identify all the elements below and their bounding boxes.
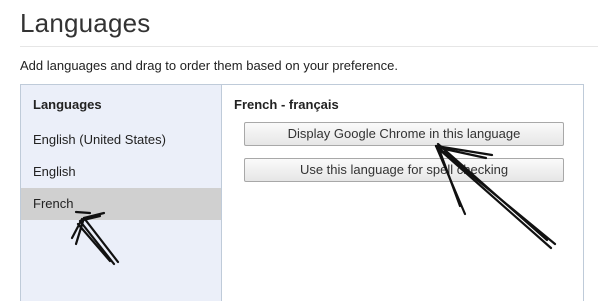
spellcheck-language-button[interactable]: Use this language for spell checking bbox=[244, 158, 564, 182]
page-title: Languages bbox=[20, 8, 151, 38]
languages-panel: Languages English (United States) Englis… bbox=[20, 84, 584, 301]
language-detail: French - français Display Google Chrome … bbox=[222, 85, 583, 301]
language-list-header: Languages bbox=[33, 97, 102, 112]
language-item-english-us[interactable]: English (United States) bbox=[21, 124, 221, 156]
selected-language-title: French - français bbox=[234, 97, 339, 112]
language-item-french[interactable]: French bbox=[21, 188, 221, 220]
title-divider bbox=[20, 46, 598, 47]
page-description: Add languages and drag to order them bas… bbox=[20, 58, 398, 73]
languages-page: Languages Add languages and drag to orde… bbox=[0, 0, 600, 301]
language-list: Languages English (United States) Englis… bbox=[21, 85, 222, 301]
display-chrome-in-language-button[interactable]: Display Google Chrome in this language bbox=[244, 122, 564, 146]
language-item-english[interactable]: English bbox=[21, 156, 221, 188]
